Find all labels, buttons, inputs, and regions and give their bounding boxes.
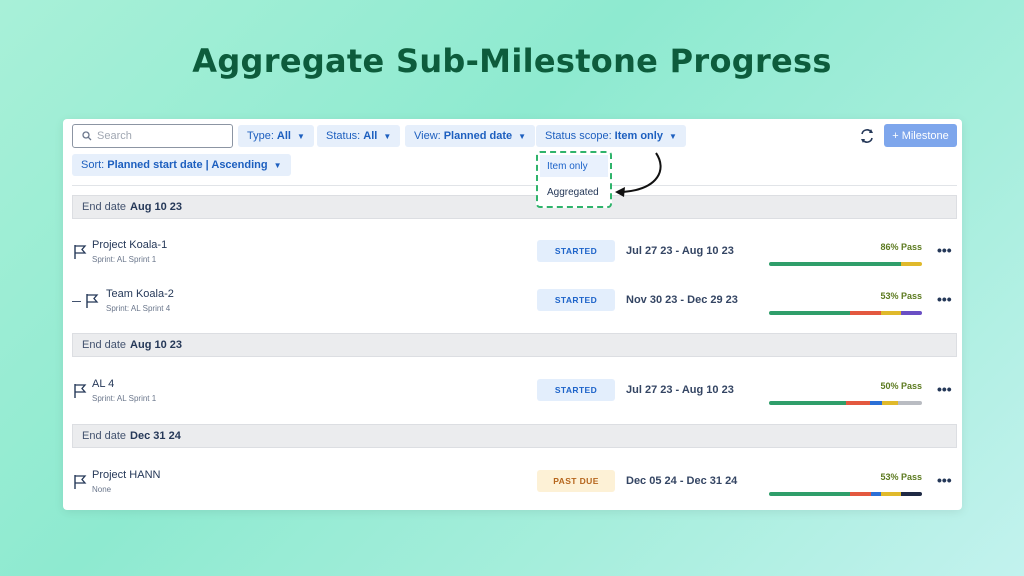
milestone-name[interactable]: Team Koala-2 (106, 288, 174, 300)
progress-bar (769, 401, 922, 405)
status-filter[interactable]: Status: All ▼ (317, 125, 401, 147)
type-filter-value: All (276, 130, 291, 142)
status-scope-label: Status scope: (545, 130, 612, 142)
chevron-down-icon: ▼ (383, 131, 392, 141)
milestone-sprint: Sprint: AL Sprint 1 (92, 255, 157, 264)
dropdown-option-aggregated[interactable]: Aggregated (540, 181, 608, 203)
chevron-down-icon: ▼ (296, 131, 305, 141)
milestones-panel: Search Type: All ▼ Status: All ▼ View: Planne… (63, 119, 962, 510)
view-filter-value: Planned date (443, 130, 513, 142)
pass-rate: 53% Pass (880, 291, 922, 301)
progress-segment (850, 492, 872, 496)
progress-segment (850, 311, 881, 315)
progress-segment (880, 311, 901, 315)
sort-value: Planned start date | Ascending (107, 159, 268, 171)
flag-icon (74, 245, 87, 259)
milestone-sprint: Sprint: AL Sprint 4 (106, 304, 171, 313)
milestone-dates: Jul 27 23 - Aug 10 23 (626, 245, 734, 257)
page-headline: Aggregate Sub-Milestone Progress (192, 42, 832, 80)
milestone-name[interactable]: Project HANN (92, 469, 160, 481)
more-options-icon[interactable]: ••• (937, 472, 952, 488)
sort-selector[interactable]: Sort: Planned start date | Ascending ▼ (72, 154, 291, 176)
progress-segment (845, 401, 870, 405)
group-header: End date Aug 10 23 (72, 333, 957, 357)
status-badge: STARTED (537, 240, 615, 262)
toolbar-divider (72, 185, 957, 186)
type-filter[interactable]: Type: All ▼ (238, 125, 314, 147)
progress-segment (900, 492, 922, 496)
collapse-dash-icon[interactable] (72, 301, 81, 302)
progress-segment (900, 262, 922, 266)
milestone-name[interactable]: Project Koala-1 (92, 239, 167, 251)
milestone-row[interactable]: AL 4 Sprint: AL Sprint 1 STARTED Jul 27 … (63, 378, 962, 412)
group-date: Aug 10 23 (130, 339, 183, 351)
chevron-down-icon: ▼ (668, 131, 677, 141)
milestone-sprint: None (92, 485, 112, 494)
group-date: Dec 31 24 (130, 430, 181, 442)
progress-bar (769, 492, 922, 496)
progress-segment (769, 311, 851, 315)
progress-segment (769, 401, 846, 405)
milestone-dates: Jul 27 23 - Aug 10 23 (626, 384, 734, 396)
dropdown-option-item-only[interactable]: Item only (540, 155, 608, 177)
status-filter-label: Status: (326, 130, 361, 142)
search-input[interactable]: Search (72, 124, 233, 148)
more-options-icon[interactable]: ••• (937, 291, 952, 307)
progress-segment (880, 492, 901, 496)
search-icon (82, 131, 92, 141)
refresh-icon[interactable] (858, 127, 876, 145)
progress-segment (869, 401, 883, 405)
progress-segment (882, 401, 898, 405)
chevron-down-icon: ▼ (518, 131, 527, 141)
more-options-icon[interactable]: ••• (937, 242, 952, 258)
status-scope-value: Item only (614, 130, 663, 142)
search-placeholder: Search (97, 130, 132, 142)
chevron-down-icon: ▼ (273, 160, 282, 170)
status-scope-filter[interactable]: Status scope: Item only ▼ (536, 125, 686, 147)
status-badge: PAST DUE (537, 470, 615, 492)
pass-rate: 50% Pass (880, 381, 922, 391)
sort-label: Sort: (81, 159, 105, 171)
status-scope-dropdown: Item only Aggregated (536, 151, 612, 208)
more-options-icon[interactable]: ••• (937, 381, 952, 397)
progress-segment (769, 492, 851, 496)
status-filter-value: All (363, 130, 378, 142)
milestone-sprint: Sprint: AL Sprint 1 (92, 394, 157, 403)
progress-segment (769, 262, 901, 266)
group-label: End date (82, 339, 127, 351)
view-filter-label: View: (414, 130, 441, 142)
progress-bar (769, 311, 922, 315)
milestone-row[interactable]: Project HANN None PAST DUE Dec 05 24 - D… (63, 469, 962, 503)
status-badge: STARTED (537, 289, 615, 311)
milestone-dates: Nov 30 23 - Dec 29 23 (626, 294, 738, 306)
milestone-name[interactable]: AL 4 (92, 378, 114, 390)
group-label: End date (82, 201, 127, 213)
flag-icon (86, 294, 99, 308)
view-filter[interactable]: View: Planned date ▼ (405, 125, 536, 147)
milestone-dates: Dec 05 24 - Dec 31 24 (626, 475, 738, 487)
milestone-row[interactable]: Team Koala-2 Sprint: AL Sprint 4 STARTED… (63, 288, 962, 322)
pass-rate: 86% Pass (880, 242, 922, 252)
pass-rate: 53% Pass (880, 472, 922, 482)
group-date: Aug 10 23 (130, 201, 183, 213)
group-header: End date Aug 10 23 (72, 195, 957, 219)
group-label: End date (82, 430, 127, 442)
group-header: End date Dec 31 24 (72, 424, 957, 448)
progress-segment (871, 492, 881, 496)
progress-segment (900, 311, 922, 315)
status-badge: STARTED (537, 379, 615, 401)
progress-bar (769, 262, 922, 266)
milestone-row[interactable]: Project Koala-1 Sprint: AL Sprint 1 STAR… (63, 239, 962, 273)
progress-segment (897, 401, 922, 405)
flag-icon (74, 475, 87, 489)
type-filter-label: Type: (247, 130, 274, 142)
flag-icon (74, 384, 87, 398)
callout-arrow-icon (615, 152, 662, 197)
add-milestone-button[interactable]: + Milestone (884, 124, 957, 147)
